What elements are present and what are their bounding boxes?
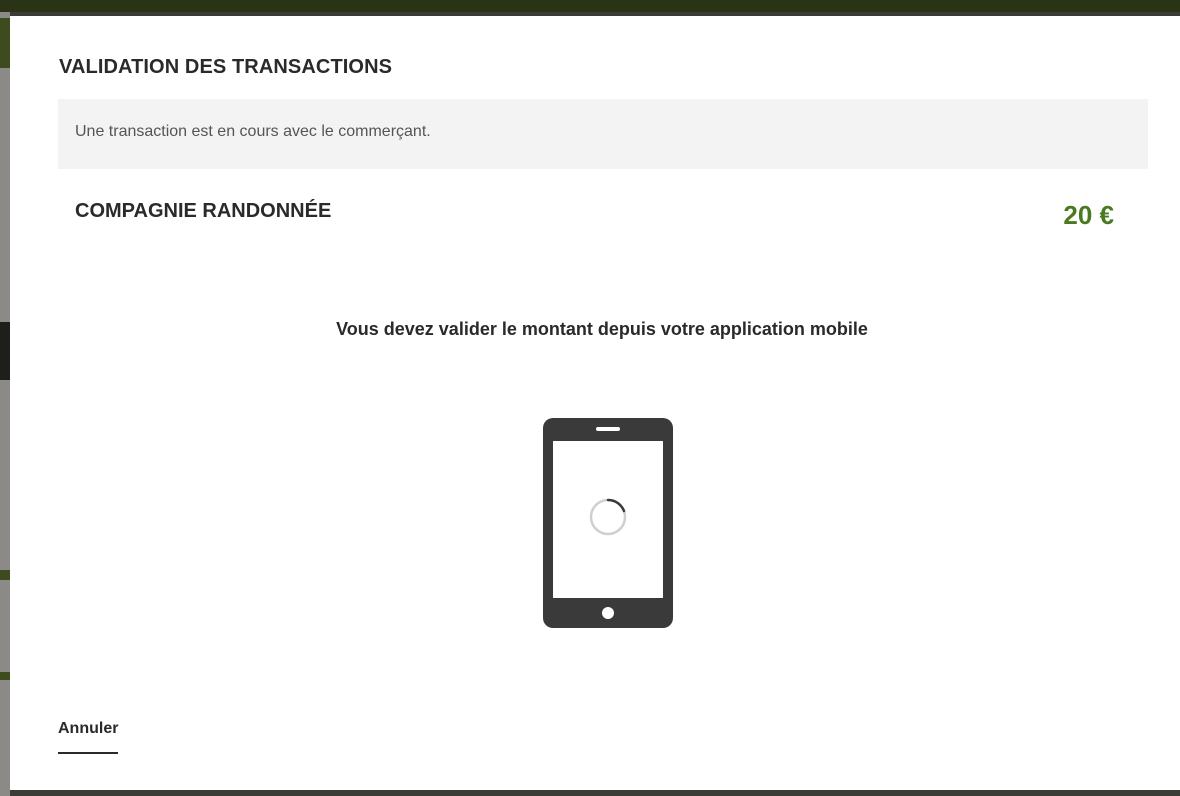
transaction-amount: 20 €: [1063, 200, 1114, 230]
validation-instruction: Vous devez valider le montant depuis vot…: [336, 319, 868, 339]
merchant-name: COMPAGNIE RANDONNÉE: [75, 200, 332, 222]
backdrop-dark-band: [0, 322, 10, 380]
backdrop-header: [0, 0, 1180, 12]
backdrop-green-band: [0, 18, 10, 68]
info-message: Une transaction est en cours avec le com…: [75, 123, 431, 140]
transaction-validation-dialog: VALIDATION DES TRANSACTIONS Une transact…: [10, 16, 1180, 790]
cancel-button[interactable]: Annuler: [58, 720, 119, 754]
info-banner: Une transaction est en cours avec le com…: [58, 99, 1148, 169]
backdrop-green-band: [0, 672, 10, 680]
dialog-title: VALIDATION DES TRANSACTIONS: [59, 56, 393, 78]
backdrop-green-band: [0, 570, 10, 580]
mobile-phone-icon: [542, 417, 674, 634]
